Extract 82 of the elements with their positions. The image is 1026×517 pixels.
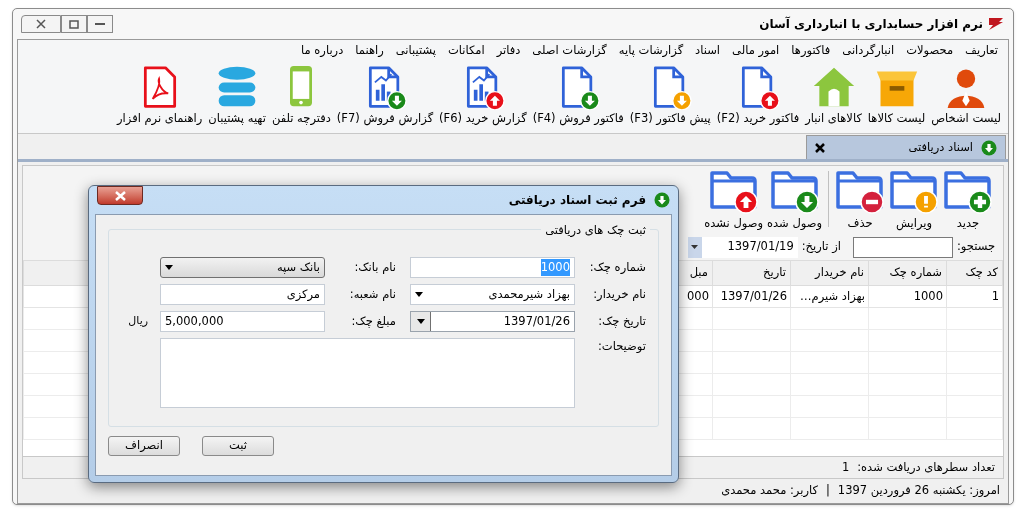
menu-item[interactable]: دفاتر bbox=[490, 42, 527, 60]
menu-item[interactable]: گزارشات اصلی bbox=[526, 42, 613, 60]
dialog-button[interactable]: انصراف bbox=[108, 436, 180, 456]
column-header[interactable]: کد چک bbox=[946, 260, 1003, 286]
status-date: امروز: یکشنبه 26 فروردین 1397 bbox=[837, 482, 1000, 500]
combo-box[interactable]: بهزاد شیرمحمدی bbox=[410, 284, 575, 305]
menu-item[interactable]: راهنما bbox=[349, 42, 390, 60]
row-count-label: تعداد سطرهای دریافت شده: bbox=[857, 458, 995, 476]
close-button[interactable] bbox=[97, 186, 143, 205]
toolbar-button[interactable]: راهنمای نرم افزار bbox=[114, 63, 206, 127]
caret-icon bbox=[415, 292, 423, 297]
currency-label: ریال bbox=[128, 313, 148, 330]
menu-item[interactable]: گزارشات پایه bbox=[612, 42, 690, 60]
table-cell: 1000 bbox=[868, 285, 947, 308]
toolbar-button[interactable]: گزارش خرید (F6) bbox=[436, 63, 530, 127]
text-field[interactable]: 5,000,000 bbox=[160, 311, 325, 332]
field-label: شماره چک: bbox=[588, 258, 647, 276]
field-label: نام خریدار: bbox=[592, 285, 647, 303]
menu-item[interactable]: پشتیبانی bbox=[389, 42, 442, 60]
toolbar-button[interactable]: لیست کالاها bbox=[864, 63, 929, 127]
status-user: کاربر: محمد محمدی bbox=[721, 482, 818, 500]
download-icon bbox=[981, 139, 997, 156]
date-field[interactable]: 1397/01/26 bbox=[410, 311, 575, 332]
column-header[interactable]: نام خریدار bbox=[790, 260, 869, 286]
action-button[interactable]: وصول شده bbox=[765, 168, 824, 232]
field-label: مبلغ چک: bbox=[350, 312, 397, 330]
toolbar-button[interactable]: تهیه پشتیبان bbox=[205, 63, 269, 127]
toolbar-button[interactable]: دفترچه تلفن bbox=[268, 63, 334, 127]
maximize-icon bbox=[69, 19, 79, 29]
close-icon[interactable] bbox=[815, 142, 825, 153]
maximize-button[interactable] bbox=[61, 15, 87, 33]
menu-item[interactable]: اسناد bbox=[689, 42, 727, 60]
caret-icon bbox=[416, 319, 425, 324]
column-header[interactable]: تاریخ bbox=[712, 260, 791, 286]
table-cell: 1397/01/26 bbox=[712, 285, 791, 308]
date-field[interactable]: 1397/01/19 bbox=[687, 236, 798, 258]
menu-item[interactable]: درباره ما bbox=[295, 42, 350, 60]
menu-item[interactable]: انبارگردانی bbox=[836, 42, 901, 60]
row-count-value: 1 bbox=[841, 458, 850, 476]
table-cell: بهزاد شیرم… bbox=[790, 285, 869, 308]
toolbar-button[interactable]: لیست اشخاص bbox=[928, 63, 1004, 127]
field-label: نام بانک: bbox=[353, 258, 397, 276]
menu-item[interactable]: تعاریف bbox=[959, 42, 1004, 60]
dropdown[interactable]: بانک سپه bbox=[160, 257, 325, 278]
menu-item[interactable]: امکانات bbox=[441, 42, 491, 60]
search-field[interactable] bbox=[852, 236, 953, 258]
document-tab[interactable]: اسناد دریافتی bbox=[806, 135, 1006, 159]
search-label: جستجو: bbox=[956, 238, 995, 256]
field-label: نام شعبه: bbox=[348, 285, 397, 303]
minimize-button[interactable] bbox=[87, 15, 113, 33]
menu-item[interactable]: امور مالی bbox=[726, 42, 786, 60]
column-header[interactable]: شماره چک bbox=[868, 260, 947, 286]
toolbar-button[interactable]: فاکتور فروش (F4) bbox=[529, 63, 627, 127]
minimize-icon bbox=[95, 22, 105, 26]
caret-icon bbox=[691, 245, 699, 249]
action-button[interactable]: وصول نشده bbox=[702, 168, 766, 232]
group-title: ثبت چک های دریافتی bbox=[541, 222, 650, 240]
caret-icon bbox=[165, 265, 173, 270]
table-cell: 1 bbox=[946, 285, 1003, 308]
action-button[interactable]: ویرایش bbox=[887, 168, 941, 232]
toolbar-button[interactable]: پیش فاکتور (F3) bbox=[626, 63, 714, 127]
from-date-label: از تاریخ: bbox=[801, 238, 841, 256]
menu-item[interactable]: محصولات bbox=[900, 42, 960, 60]
download-icon bbox=[654, 192, 670, 208]
close-button[interactable] bbox=[21, 15, 61, 33]
dialog-button[interactable]: ثبت bbox=[202, 436, 274, 456]
action-button[interactable]: حذف bbox=[833, 168, 887, 232]
app-logo-icon bbox=[987, 15, 1005, 33]
toolbar-button[interactable]: کالاهای انبار bbox=[802, 63, 865, 127]
action-button[interactable]: جدید bbox=[941, 168, 995, 232]
toolbar-button[interactable]: گزارش فروش (F7) bbox=[333, 63, 437, 127]
toolbar-button[interactable]: فاکتور خرید (F2) bbox=[713, 63, 803, 127]
dialog-title: فرم ثبت اسناد دریافتی bbox=[508, 192, 646, 209]
text-field[interactable]: مرکزی bbox=[160, 284, 325, 305]
status-separator: | bbox=[825, 482, 830, 500]
field-label: توضیحات: bbox=[597, 338, 647, 355]
field-label: تاریخ چک: bbox=[597, 312, 647, 330]
close-icon bbox=[36, 19, 46, 29]
close-icon bbox=[114, 190, 126, 201]
window-title: نرم افزار حسابداری با انبارداری آسان bbox=[759, 15, 983, 33]
menu-item[interactable]: فاکتورها bbox=[785, 42, 837, 60]
date-dropdown-button[interactable] bbox=[411, 312, 431, 331]
